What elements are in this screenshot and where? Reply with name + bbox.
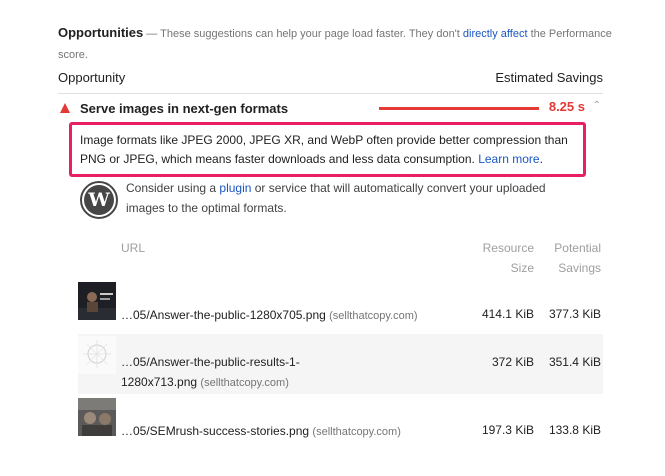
audit-description: Image formats like JPEG 2000, JPEG XR, a… xyxy=(69,122,586,177)
warning-triangle-icon xyxy=(60,103,70,113)
potential-savings-column-header: Potential Savings xyxy=(541,238,601,278)
potential-savings-cell: 377.3 KiB xyxy=(548,307,601,321)
table-row[interactable]: …05/Answer-the-public-1280x705.png (sell… xyxy=(78,280,603,330)
resource-size-cell: 414.1 KiB xyxy=(481,307,534,321)
resource-url-path-cont: 1280x713.png xyxy=(121,375,198,389)
audit-savings-value: 8.25 s xyxy=(548,99,585,114)
resource-url-path: …05/SEMrush-success-stories.png xyxy=(121,424,310,438)
url-column-header: URL xyxy=(121,241,146,255)
plugin-link[interactable]: plugin xyxy=(219,181,251,195)
potential-savings-header-line1: Potential xyxy=(554,241,601,255)
image-thumbnail-icon xyxy=(78,282,116,320)
image-thumbnail-icon xyxy=(78,336,116,374)
resource-url-path: …05/Answer-the-public-results-1- xyxy=(121,355,300,369)
resource-url[interactable]: …05/SEMrush-success-stories.png (selltha… xyxy=(121,421,461,442)
wordpress-logo-icon: W xyxy=(80,181,118,219)
directly-affect-link[interactable]: directly affect xyxy=(463,28,528,40)
estimated-savings-column-header: Estimated Savings xyxy=(495,70,603,85)
resource-url[interactable]: …05/Answer-the-public-results-1- 1280x71… xyxy=(121,352,461,393)
potential-savings-cell: 351.4 KiB xyxy=(548,355,601,369)
potential-savings-header-line2: Savings xyxy=(558,261,601,275)
wordpress-tip: Consider using a plugin or service that … xyxy=(126,178,566,218)
image-thumbnail-icon xyxy=(78,398,116,436)
opportunity-column-header: Opportunity xyxy=(58,70,126,85)
resource-host: (sellthatcopy.com) xyxy=(329,310,418,322)
resource-host: (sellthatcopy.com) xyxy=(200,377,289,389)
table-row[interactable]: …05/Answer-the-public-results-1- 1280x71… xyxy=(78,334,603,394)
resource-host: (sellthatcopy.com) xyxy=(312,426,401,438)
wordpress-tip-text: Consider using a xyxy=(126,181,220,195)
wordpress-logo-letter: W xyxy=(84,185,114,215)
resource-size-column-header: Resource Size xyxy=(474,238,534,278)
column-headers: Opportunity Estimated Savings xyxy=(58,70,603,85)
resource-url[interactable]: …05/Answer-the-public-1280x705.png (sell… xyxy=(121,305,461,326)
intro-text: — These suggestions can help your page l… xyxy=(143,28,463,40)
divider xyxy=(58,93,603,94)
resource-size-cell: 197.3 KiB xyxy=(481,423,534,437)
resource-size-cell: 372 KiB xyxy=(491,355,534,369)
description-end: . xyxy=(539,152,543,166)
opportunities-intro: Opportunities — These suggestions can he… xyxy=(58,22,618,66)
savings-bar xyxy=(379,107,539,110)
learn-more-link[interactable]: Learn more xyxy=(478,152,539,166)
chevron-up-icon[interactable]: ⌃ xyxy=(593,100,601,111)
resource-url-path: …05/Answer-the-public-1280x705.png xyxy=(121,308,326,322)
resource-size-header-line2: Size xyxy=(510,261,534,275)
audit-title: Serve images in next-gen formats xyxy=(80,100,289,116)
opportunities-heading: Opportunities xyxy=(58,25,144,40)
resource-size-header-line1: Resource xyxy=(482,241,534,255)
table-row[interactable]: …05/SEMrush-success-stories.png (selltha… xyxy=(78,396,603,446)
audit-row-next-gen-formats[interactable]: Serve images in next-gen formats 8.25 s … xyxy=(58,97,603,119)
potential-savings-cell: 133.8 KiB xyxy=(548,423,601,437)
